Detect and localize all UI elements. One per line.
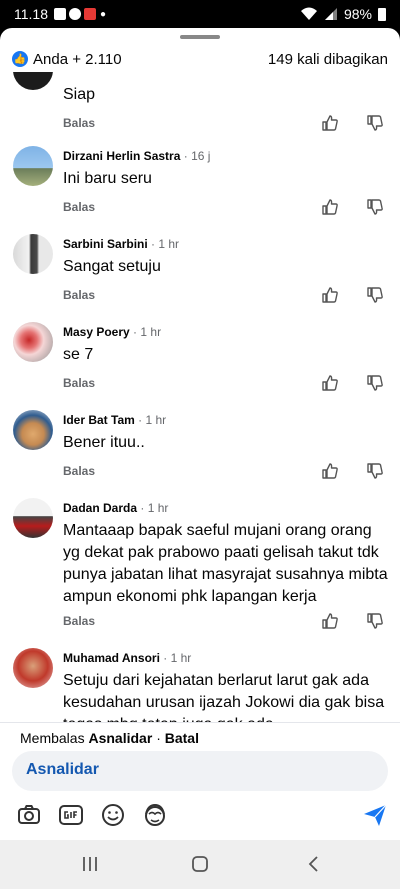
reactions-bar[interactable]: 👍 Anda + 2.110 149 kali dibagikan [0, 46, 400, 72]
comment-time: 1 hr [145, 413, 167, 427]
reply-button[interactable]: Balas [63, 288, 95, 302]
dislike-thumb-icon[interactable] [366, 462, 384, 480]
comment-item: Ider Bat Tam · 1 hr Bener ituu.. Balas [0, 410, 400, 498]
comment-item: Siap Balas [0, 72, 400, 138]
commenter-avatar[interactable] [13, 72, 53, 90]
comment-time: 1 hr [147, 501, 169, 515]
recent-apps-icon[interactable] [80, 854, 100, 874]
comment-time: 1 hr [170, 651, 192, 665]
like-thumb-icon[interactable] [321, 198, 339, 216]
comment-author-line: Sarbini Sarbini · 1 hr [63, 237, 180, 251]
dislike-thumb-icon[interactable] [366, 612, 384, 630]
comment-text: Mantaaap bapak saeful mujani orang orang… [63, 522, 388, 605]
dislike-thumb-icon[interactable] [366, 114, 384, 132]
facebook-notification-icon [54, 8, 66, 20]
like-reaction-icon: 👍 [12, 51, 28, 67]
comment-item: Sarbini Sarbini · 1 hr Sangat setuju Bal… [0, 234, 400, 322]
commenter-name[interactable]: Ider Bat Tam [63, 413, 135, 427]
commenter-name[interactable]: Muhamad Ansori [63, 651, 160, 665]
comment-author-line: Masy Poery · 1 hr [63, 325, 162, 339]
comment-text: Setuju dari kejahatan berlarut larut gak… [63, 672, 385, 722]
back-icon[interactable] [304, 854, 324, 874]
cancel-reply-button[interactable]: Batal [165, 730, 199, 746]
notification-icons [54, 8, 96, 20]
commenter-avatar[interactable] [13, 648, 53, 688]
comment-item: Dirzani Herlin Sastra · 16 j Ini baru se… [0, 146, 400, 234]
gif-icon[interactable] [58, 802, 84, 828]
comment-text: Sangat setuju [63, 258, 161, 275]
commenter-avatar[interactable] [13, 146, 53, 186]
home-icon[interactable] [190, 854, 210, 874]
whatsapp-notification-icon [69, 8, 81, 20]
reply-button[interactable]: Balas [63, 116, 95, 130]
comment-author-line: Dadan Darda · 1 hr [63, 501, 169, 515]
composer-toolbar [0, 798, 400, 834]
comment-time: 16 j [191, 149, 211, 163]
status-bar: 11.18 ● 98% [0, 0, 400, 28]
replying-prefix: Membalas [20, 730, 85, 746]
more-notifications-dot: ● [100, 8, 107, 20]
reaction-count[interactable]: Anda + 2.110 [33, 51, 122, 68]
replying-to-bar: Membalas Asnalidar · Batal [0, 722, 400, 750]
avatar-sticker-icon[interactable] [142, 802, 168, 828]
dislike-thumb-icon[interactable] [366, 198, 384, 216]
comment-text: Bener ituu.. [63, 434, 145, 451]
comment-item: Masy Poery · 1 hr se 7 Balas [0, 322, 400, 410]
comment-item: Muhamad Ansori · 1 hr Setuju dari kejaha… [0, 648, 400, 722]
commenter-avatar[interactable] [13, 234, 53, 274]
comment-author-line: Ider Bat Tam · 1 hr [63, 413, 167, 427]
comment-author-line: Muhamad Ansori · 1 hr [63, 651, 192, 665]
battery-level: 98% [343, 6, 372, 22]
replying-target: Asnalidar [88, 730, 153, 746]
commenter-name[interactable]: Sarbini Sarbini [63, 237, 148, 251]
comments-sheet: 👍 Anda + 2.110 149 kali dibagikan Siap B… [0, 28, 400, 840]
comment-list[interactable]: Siap Balas Dirzani Herlin Sastra · 16 j … [0, 72, 400, 722]
send-icon[interactable] [362, 802, 388, 828]
commenter-avatar[interactable] [13, 322, 53, 362]
commenter-avatar[interactable] [13, 498, 53, 538]
like-thumb-icon[interactable] [321, 462, 339, 480]
camera-icon[interactable] [16, 802, 42, 828]
like-thumb-icon[interactable] [321, 114, 339, 132]
comment-author-line: Dirzani Herlin Sastra · 16 j [63, 149, 211, 163]
reply-button[interactable]: Balas [63, 614, 95, 628]
system-navigation-bar [0, 840, 400, 889]
share-count[interactable]: 149 kali dibagikan [268, 51, 388, 68]
comment-time: 1 hr [140, 325, 162, 339]
commenter-avatar[interactable] [13, 410, 53, 450]
dislike-thumb-icon[interactable] [366, 374, 384, 392]
signal-icon [324, 8, 337, 20]
commenter-name[interactable]: Dadan Darda [63, 501, 137, 515]
comment-item: Dadan Darda · 1 hr Mantaaap bapak saeful… [0, 498, 400, 648]
emoji-icon[interactable] [100, 802, 126, 828]
status-time: 11.18 [14, 6, 48, 22]
sheet-grabber-handle[interactable] [180, 35, 220, 39]
commenter-name[interactable]: Masy Poery [63, 325, 130, 339]
wifi-icon [300, 7, 317, 20]
replying-separator: · [156, 730, 161, 746]
like-thumb-icon[interactable] [321, 286, 339, 304]
app-notification-icon [84, 8, 96, 20]
like-thumb-icon[interactable] [321, 374, 339, 392]
comment-text: Siap [63, 86, 96, 103]
like-thumb-icon[interactable] [321, 612, 339, 630]
status-right: 98% [300, 6, 386, 22]
comment-text: Ini baru seru [63, 170, 152, 187]
comment-time: 1 hr [158, 237, 180, 251]
dislike-thumb-icon[interactable] [366, 286, 384, 304]
battery-icon [378, 7, 386, 21]
commenter-name[interactable]: Dirzani Herlin Sastra [63, 149, 180, 163]
reply-button[interactable]: Balas [63, 200, 95, 214]
reply-button[interactable]: Balas [63, 464, 95, 478]
reply-button[interactable]: Balas [63, 376, 95, 390]
comment-text: se 7 [63, 346, 94, 363]
comment-input[interactable]: Asnalidar [12, 751, 388, 791]
